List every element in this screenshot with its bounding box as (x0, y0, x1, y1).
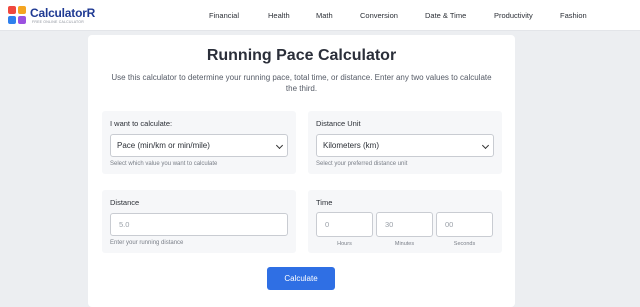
nav-date-time[interactable]: Date & Time (425, 0, 466, 31)
nav-productivity[interactable]: Productivity (494, 0, 533, 31)
distance-help: Enter your running distance (110, 240, 184, 246)
distance-unit-panel: Distance Unit Kilometers (km) Select you… (308, 111, 502, 174)
calculator-card: Running Pace Calculator Use this calcula… (88, 35, 515, 307)
site-logo[interactable]: CalculatorR FREE ONLINE CALCULATOR (8, 6, 128, 26)
hours-label: Hours (337, 241, 352, 247)
nav-fashion[interactable]: Fashion (560, 0, 587, 31)
time-label: Time (316, 198, 333, 207)
minutes-input[interactable]: 30 (376, 212, 433, 237)
distance-unit-help: Select your preferred distance unit (316, 161, 408, 167)
nav-health[interactable]: Health (268, 0, 290, 31)
page-description: Use this calculator to determine your ru… (111, 73, 492, 93)
seconds-label: Seconds (453, 241, 476, 247)
chevron-down-icon (275, 141, 284, 150)
nav-conversion[interactable]: Conversion (360, 0, 398, 31)
logo-grid-icon (8, 6, 26, 24)
calculate-mode-select[interactable]: Pace (min/km or min/mile) (110, 134, 288, 157)
nav-math[interactable]: Math (316, 0, 333, 31)
site-header: CalculatorR FREE ONLINE CALCULATOR Finan… (0, 0, 640, 31)
logo-name: CalculatorR (30, 6, 96, 20)
time-panel: Time 0 30 00 Hours Minutes Seconds (308, 190, 502, 253)
calculate-mode-label: I want to calculate: (110, 119, 173, 128)
distance-input[interactable]: 5.0 (110, 213, 288, 236)
calculate-mode-panel: I want to calculate: Pace (min/km or min… (102, 111, 296, 174)
hours-input[interactable]: 0 (316, 212, 373, 237)
calculate-mode-value: Pace (min/km or min/mile) (117, 141, 210, 150)
logo-tagline: FREE ONLINE CALCULATOR (32, 20, 84, 24)
seconds-input[interactable]: 00 (436, 212, 493, 237)
calculate-mode-help: Select which value you want to calculate (110, 161, 218, 167)
distance-unit-select[interactable]: Kilometers (km) (316, 134, 494, 157)
distance-unit-value: Kilometers (km) (323, 141, 380, 150)
distance-label: Distance (110, 198, 140, 207)
distance-unit-label: Distance Unit (316, 119, 361, 128)
distance-panel: Distance 5.0 Enter your running distance (102, 190, 296, 253)
minutes-label: Minutes (394, 241, 415, 247)
chevron-down-icon (481, 141, 490, 150)
page-title: Running Pace Calculator (206, 47, 397, 64)
nav-financial[interactable]: Financial (209, 0, 239, 31)
calculate-button[interactable]: Calculate (267, 267, 335, 290)
